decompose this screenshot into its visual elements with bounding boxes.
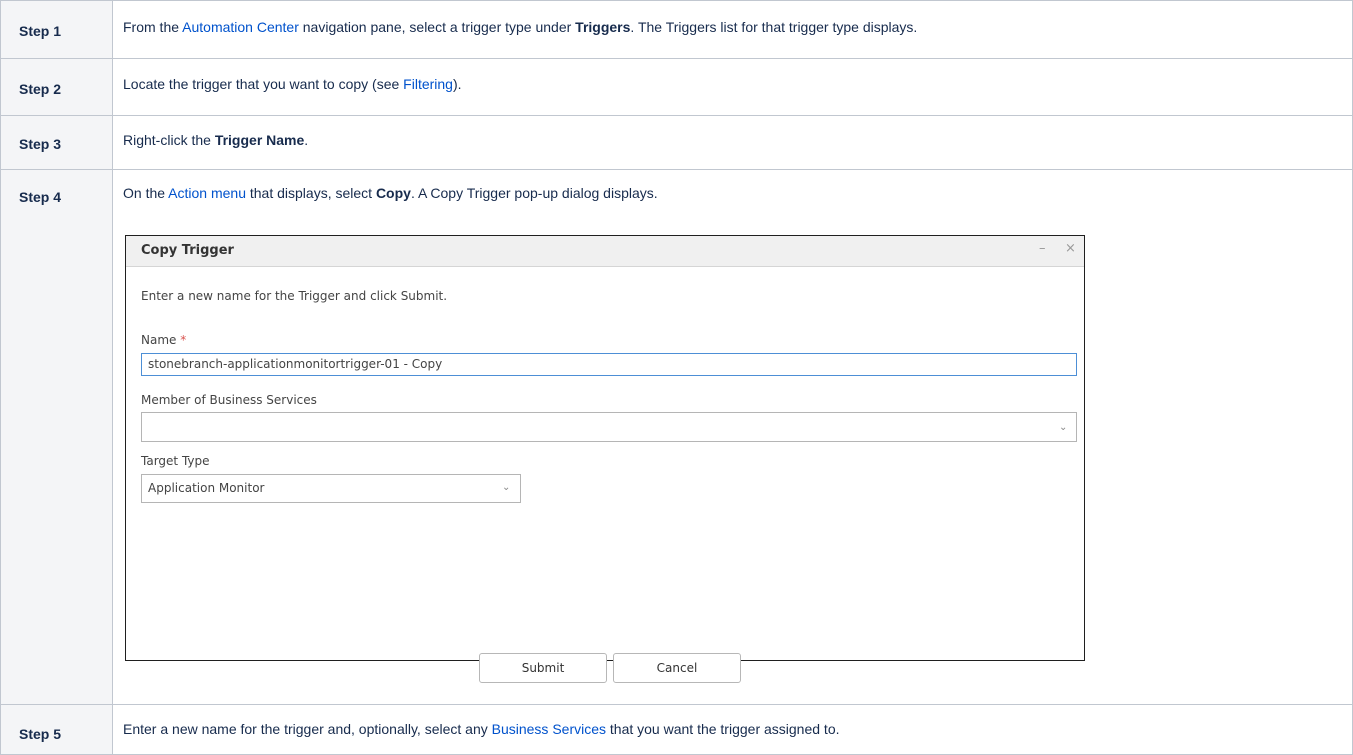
step-text: . The Triggers list for that trigger typ… — [630, 19, 918, 35]
step-text: . — [304, 132, 309, 148]
minimize-icon[interactable]: – — [1039, 241, 1046, 256]
step-label: Step 5 — [0, 704, 113, 755]
step-label: Step 1 — [0, 0, 113, 59]
step-text: . A Copy Trigger pop-up dialog displays. — [410, 185, 658, 201]
step-content: Enter a new name for the trigger and, op… — [112, 704, 1353, 755]
step-content: Locate the trigger that you want to copy… — [112, 58, 1353, 116]
chevron-down-icon: ⌄ — [502, 482, 511, 493]
chevron-down-icon: ⌄ — [1059, 422, 1068, 433]
step-link[interactable]: Action menu — [168, 185, 246, 201]
dialog-title: Copy Trigger — [141, 243, 234, 258]
step-text: Right-click the — [123, 132, 215, 148]
step-text: that you want the trigger assigned to. — [606, 721, 840, 737]
cancel-button[interactable]: Cancel — [613, 653, 741, 683]
name-input[interactable]: stonebranch-applicationmonitortrigger-01… — [141, 353, 1077, 376]
step-link[interactable]: Automation Center — [182, 19, 299, 35]
copy-trigger-dialog: Copy Trigger – × Enter a new name for th… — [125, 235, 1085, 683]
step-text: ). — [452, 76, 462, 92]
dialog-instruction: Enter a new name for the Trigger and cli… — [141, 289, 448, 303]
step-label: Step 3 — [0, 115, 113, 170]
submit-button[interactable]: Submit — [479, 653, 607, 683]
step-content: From the Automation Center navigation pa… — [112, 0, 1353, 59]
target-type-select[interactable]: Application Monitor ⌄ — [141, 474, 521, 503]
step-label: Step 4 — [0, 169, 113, 705]
step-text: navigation pane, select a trigger type u… — [298, 19, 576, 35]
step-bold-text: Triggers — [575, 19, 631, 35]
business-services-select[interactable]: ⌄ — [141, 412, 1077, 442]
step-content: Right-click the Trigger Name. — [112, 115, 1353, 170]
step-text: On the — [123, 185, 169, 201]
target-type-label: Target Type — [141, 454, 210, 468]
dialog-header: Copy Trigger – × — [126, 236, 1084, 267]
name-field-label: Name * — [141, 333, 187, 347]
step-link[interactable]: Business Services — [492, 721, 606, 737]
step-text: Locate the trigger that you want to copy… — [123, 76, 404, 92]
required-mark: * — [180, 333, 187, 347]
close-icon[interactable]: × — [1065, 241, 1076, 256]
step-text: Enter a new name for the trigger and, op… — [123, 721, 492, 737]
step-link[interactable]: Filtering — [403, 76, 453, 92]
step-bold-text: Trigger Name — [214, 132, 305, 148]
step-bold-text: Copy — [375, 185, 411, 201]
business-services-label: Member of Business Services — [141, 393, 317, 407]
step-text: From the — [123, 19, 183, 35]
step-text: that displays, select — [245, 185, 376, 201]
step-label: Step 2 — [0, 58, 113, 116]
